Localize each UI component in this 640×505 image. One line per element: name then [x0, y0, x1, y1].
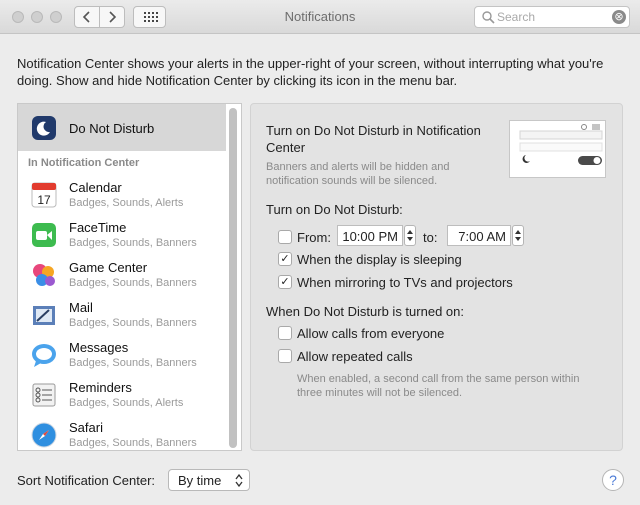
- to-time-stepper[interactable]: [512, 225, 524, 246]
- stepper-up-icon[interactable]: [515, 229, 521, 235]
- sidebar-item-facetime[interactable]: FaceTime Badges, Sounds, Banners: [18, 217, 226, 257]
- section-header: In Notification Center: [28, 157, 140, 169]
- sidebar-item-do-not-disturb[interactable]: Do Not Disturb: [18, 104, 226, 151]
- app-alert-styles: Badges, Sounds, Alerts: [69, 397, 184, 409]
- repeated-calls-label: Allow repeated calls: [297, 349, 413, 364]
- from-time-field[interactable]: 10:00 PM: [337, 225, 403, 246]
- app-alert-styles: Badges, Sounds, Banners: [69, 437, 197, 449]
- sort-label: Sort Notification Center:: [17, 473, 156, 488]
- sidebar-item-calendar[interactable]: 17 Calendar Badges, Sounds, Alerts: [18, 177, 226, 217]
- to-label: to:: [423, 230, 438, 245]
- app-name: Reminders: [69, 380, 132, 395]
- allow-calls-label: Allow calls from everyone: [297, 326, 445, 341]
- svg-text:17: 17: [37, 193, 51, 207]
- from-time-stepper[interactable]: [404, 225, 416, 246]
- calendar-icon: 17: [31, 182, 57, 208]
- app-alert-styles: Badges, Sounds, Banners: [69, 277, 197, 289]
- app-name: Safari: [69, 420, 103, 435]
- repeated-calls-note: When enabled, a second call from the sam…: [297, 373, 580, 399]
- app-name: FaceTime: [69, 220, 127, 235]
- search-input[interactable]: [497, 9, 605, 25]
- sidebar-item-reminders[interactable]: Reminders Badges, Sounds, Alerts: [18, 377, 226, 417]
- app-alert-styles: Badges, Sounds, Alerts: [69, 197, 184, 209]
- sidebar-item-messages[interactable]: Messages Badges, Sounds, Banners: [18, 337, 226, 377]
- title-bar: Notifications ⊗: [0, 0, 640, 34]
- sort-popup[interactable]: By time: [168, 469, 250, 491]
- from-checkbox[interactable]: [278, 230, 292, 244]
- sort-value: By time: [178, 473, 222, 488]
- app-alert-styles: Badges, Sounds, Banners: [69, 357, 197, 369]
- mirroring-label: When mirroring to TVs and projectors: [297, 275, 513, 290]
- notification-center-preview: [509, 120, 606, 178]
- list-scrollbar[interactable]: [229, 108, 237, 448]
- app-name: Calendar: [69, 180, 122, 195]
- help-button[interactable]: ?: [602, 469, 624, 491]
- facetime-icon: [32, 223, 56, 247]
- sidebar-item-label: Do Not Disturb: [69, 121, 155, 136]
- app-alert-styles: Badges, Sounds, Banners: [69, 317, 197, 329]
- app-list[interactable]: Do Not Disturb In Notification Center 17…: [17, 103, 242, 451]
- sidebar-item-mail[interactable]: Mail Badges, Sounds, Banners: [18, 297, 226, 337]
- messages-icon: [32, 344, 56, 367]
- app-name: Game Center: [69, 260, 148, 275]
- sidebar-item-safari[interactable]: Safari Badges, Sounds, Banners: [18, 417, 226, 450]
- display-sleeping-checkbox[interactable]: ✓: [278, 252, 292, 266]
- clear-search-icon[interactable]: ⊗: [612, 10, 626, 24]
- description-text: Notification Center shows your alerts in…: [17, 56, 604, 88]
- search-icon: [482, 11, 495, 24]
- search-field[interactable]: ⊗: [474, 6, 630, 28]
- dnd-nc-title: Turn on Do Not Disturb in Notification C…: [266, 123, 481, 155]
- mail-icon: [33, 306, 55, 325]
- repeated-calls-checkbox[interactable]: [278, 349, 292, 363]
- to-time-field[interactable]: 7:00 AM: [447, 225, 511, 246]
- settings-panel: Turn on Do Not Disturb in Notification C…: [250, 103, 623, 451]
- app-name: Mail: [69, 300, 93, 315]
- moon-icon: [32, 116, 56, 140]
- allow-calls-checkbox[interactable]: [278, 326, 292, 340]
- display-sleeping-label: When the display is sleeping: [297, 252, 462, 267]
- when-on-header: When Do Not Disturb is turned on:: [266, 304, 464, 319]
- mirroring-checkbox[interactable]: ✓: [278, 275, 292, 289]
- stepper-up-icon[interactable]: [407, 229, 413, 235]
- safari-icon: [31, 422, 57, 448]
- app-name: Messages: [69, 340, 129, 355]
- stepper-down-icon[interactable]: [515, 236, 521, 242]
- from-label: From:: [297, 230, 331, 245]
- app-alert-styles: Badges, Sounds, Banners: [69, 237, 197, 249]
- sidebar-item-game-center[interactable]: Game Center Badges, Sounds, Banners: [18, 257, 226, 297]
- stepper-down-icon[interactable]: [407, 236, 413, 242]
- turn-on-header: Turn on Do Not Disturb:: [266, 202, 403, 217]
- dnd-nc-description: Banners and alerts will be hidden and no…: [266, 161, 450, 187]
- reminders-icon: [32, 383, 56, 407]
- game-center-icon: [33, 264, 55, 286]
- up-down-arrows-icon: [235, 474, 243, 487]
